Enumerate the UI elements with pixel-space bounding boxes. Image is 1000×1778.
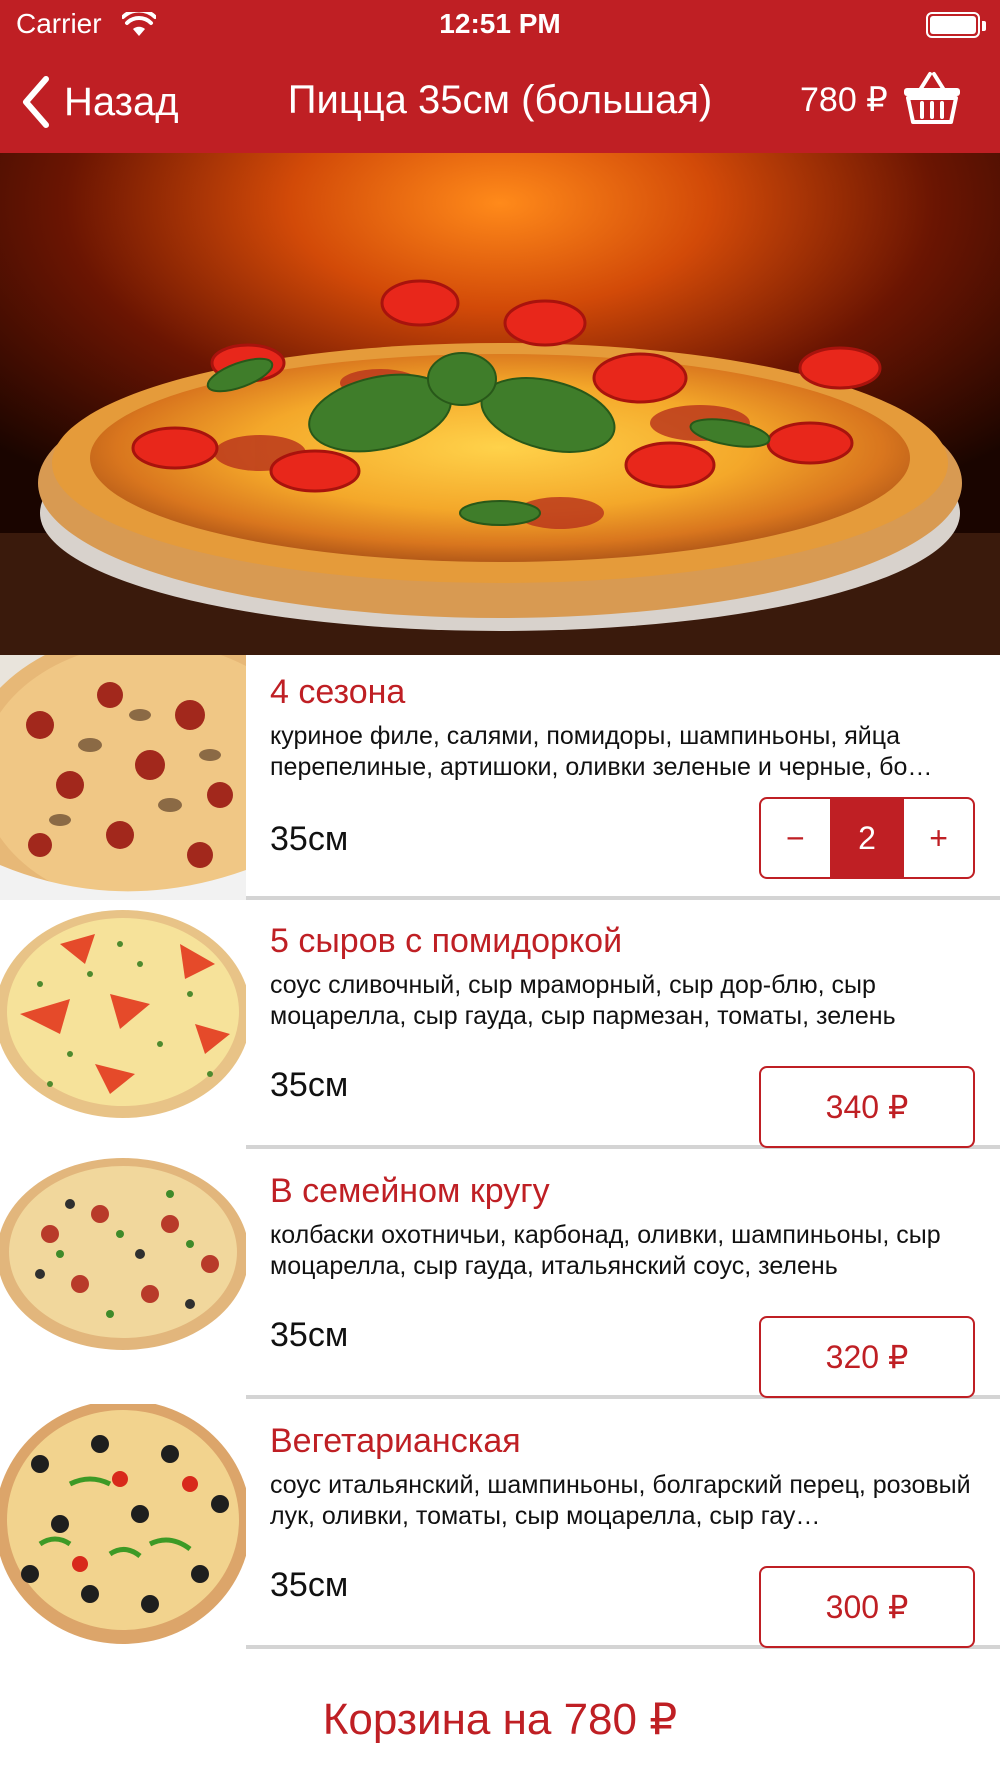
increment-button[interactable]: +	[904, 799, 973, 877]
basket-icon[interactable]	[902, 70, 962, 126]
product-image	[0, 655, 246, 900]
product-image	[0, 1404, 246, 1649]
add-to-cart-button[interactable]: 340 ₽	[759, 1066, 975, 1148]
list-item[interactable]: 5 сыров с помидоркой соус сливочный, сыр…	[0, 904, 1000, 1149]
product-name: 4 сезона	[270, 673, 406, 711]
cart-summary-button[interactable]: Корзина на 780 ₽	[0, 1660, 1000, 1778]
back-button[interactable]: Назад	[18, 72, 179, 132]
product-size: 35см	[270, 1316, 349, 1354]
product-name: В семейном кругу	[270, 1172, 550, 1210]
chevron-left-icon	[23, 76, 49, 128]
navigation-bar: Назад Пицца 35см (большая) 780 ₽	[0, 58, 1000, 148]
add-to-cart-button[interactable]: 300 ₽	[759, 1566, 975, 1648]
product-name: Вегетарианская	[270, 1422, 521, 1460]
list-item[interactable]: Вегетарианская соус итальянский, шампинь…	[0, 1404, 1000, 1649]
product-description: колбаски охотничьи, карбонад, оливки, ша…	[270, 1221, 941, 1280]
add-to-cart-button[interactable]: 320 ₽	[759, 1316, 975, 1398]
product-description: куриное филе, салями, помидоры, шампиньо…	[270, 722, 933, 781]
cart-summary-label: Корзина на 780 ₽	[322, 1694, 678, 1744]
product-description: соус итальянский, шампиньоны, болгарский…	[270, 1471, 971, 1530]
product-image	[0, 1154, 246, 1399]
product-image	[0, 904, 246, 1149]
quantity-value: 2	[829, 799, 905, 877]
status-time: 12:51 PM	[439, 8, 561, 39]
back-label: Назад	[64, 79, 179, 124]
hero-pizza-image	[0, 153, 1000, 655]
product-size: 35см	[270, 820, 349, 858]
decrement-button[interactable]: −	[761, 799, 830, 877]
quantity-stepper: − 2 +	[759, 797, 975, 879]
product-size: 35см	[270, 1066, 349, 1104]
battery-icon	[926, 12, 986, 40]
top-bar: Carrier 12:51 PM Назад Пицца 35см (больш…	[0, 0, 1000, 153]
cart-total[interactable]: 780 ₽	[800, 80, 888, 120]
list-item[interactable]: 4 сезона куриное филе, салями, помидоры,…	[0, 655, 1000, 900]
page-title: Пицца 35см (большая)	[287, 78, 713, 122]
product-size: 35см	[270, 1566, 349, 1604]
product-description: соус сливочный, сыр мраморный, сыр дор-б…	[270, 971, 896, 1030]
status-bar: Carrier 12:51 PM	[0, 0, 1000, 50]
product-name: 5 сыров с помидоркой	[270, 922, 623, 960]
list-item[interactable]: В семейном кругу колбаски охотничьи, кар…	[0, 1154, 1000, 1399]
